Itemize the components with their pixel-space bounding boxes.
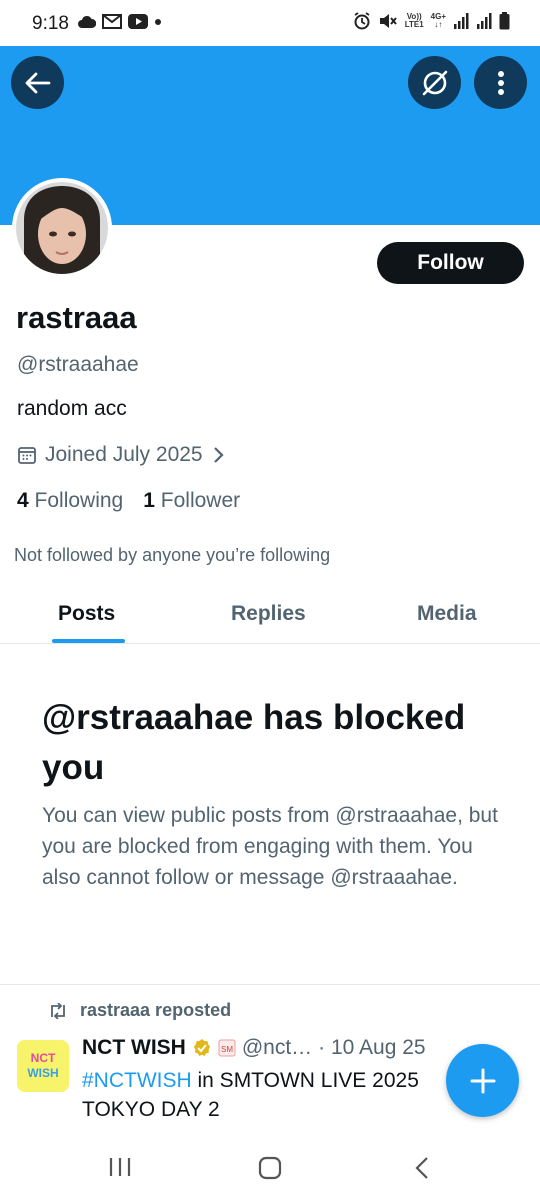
not-followed-notice: Not followed by anyone you’re following [14,545,331,565]
signal-icon [454,13,469,29]
back-icon [415,1157,428,1179]
joined-date[interactable]: Joined July 2025 [17,443,225,467]
repost-indicator: rastraaa reposted [48,1000,231,1021]
battery-icon [499,12,510,30]
youtube-icon [128,14,148,29]
verified-badge-icon [193,1039,210,1056]
calendar-icon [18,447,36,464]
home-icon [258,1156,282,1180]
post-text: #NCTWISH in SMTOWN LIVE 2025 TOKYO DAY 2 [82,1066,462,1124]
followers-label: Follower [160,489,241,512]
cloud-icon [78,15,96,28]
more-options-button[interactable] [474,56,527,109]
chevron-right-icon [213,447,224,463]
post-hashtag[interactable]: #NCTWISH [82,1069,192,1092]
avatar-photo [16,182,108,274]
followers-link[interactable]: 1 Follower [143,489,240,513]
status-bar: 9:18 Vo)) LTE1 4G+ ↓↑ [0,0,540,46]
repost-icon [51,1002,65,1019]
following-link[interactable]: 4 Following [17,489,123,513]
following-label: Following [34,489,124,512]
svg-text:NCT: NCT [31,1051,56,1065]
dot-icon [155,18,161,25]
grok-icon [422,70,447,95]
alarm-icon [354,12,370,30]
follow-button[interactable]: Follow [377,242,524,284]
grok-button[interactable] [408,56,461,109]
system-nav-bar [0,1140,540,1200]
mute-icon [379,14,397,28]
nct-wish-logo: NCT WISH [17,1040,69,1092]
joined-label: Joined July 2025 [45,443,203,466]
follow-stats: 4 Following 1 Follower [17,489,240,513]
post-author-avatar[interactable]: NCT WISH [17,1040,69,1092]
post-date: · 10 Aug 25 [318,1036,426,1059]
plus-icon [470,1068,495,1093]
post-author-handle[interactable]: @nct… [242,1036,312,1060]
status-time: 9:18 [32,13,69,34]
profile-bio: random acc [17,397,127,420]
4g-icon: 4G+ ↓↑ [430,12,446,29]
volte-icon: Vo)) LTE1 [404,12,424,29]
svg-text:SM: SM [221,1045,233,1054]
active-tab-indicator [52,639,125,643]
recents-button[interactable] [107,1156,133,1183]
profile-handle: @rstraaahae [17,353,139,376]
followers-count: 1 [143,489,155,512]
tab-posts[interactable]: Posts [58,602,115,626]
gmail-icon [102,14,122,29]
divider [0,984,540,985]
repost-label: rastraaa reposted [80,1000,232,1020]
profile-tabs: Posts Replies Media [0,590,540,644]
affiliate-badge-icon: SM [218,1039,236,1057]
more-vertical-icon [497,70,504,95]
back-button[interactable] [11,56,64,109]
home-button[interactable] [258,1156,282,1185]
blocked-title: @rstraaahae has blocked you [42,698,466,787]
nav-back-button[interactable] [413,1156,431,1185]
following-count: 4 [17,489,29,512]
compose-fab[interactable] [446,1044,519,1117]
blocked-body: You can view public posts from @rstraaah… [42,804,498,889]
display-name: rastraaa [16,300,137,335]
tab-replies[interactable]: Replies [231,602,306,626]
status-right-icons: Vo)) LTE1 4G+ ↓↑ [353,12,510,30]
svg-text:WISH: WISH [27,1066,58,1080]
status-left-icons [78,14,162,29]
arrow-left-icon [25,72,50,93]
avatar[interactable] [12,178,112,278]
tab-media[interactable]: Media [417,602,477,626]
post-author-name[interactable]: NCT WISH [82,1036,186,1060]
signal-icon [477,13,492,29]
recents-icon [109,1158,131,1176]
